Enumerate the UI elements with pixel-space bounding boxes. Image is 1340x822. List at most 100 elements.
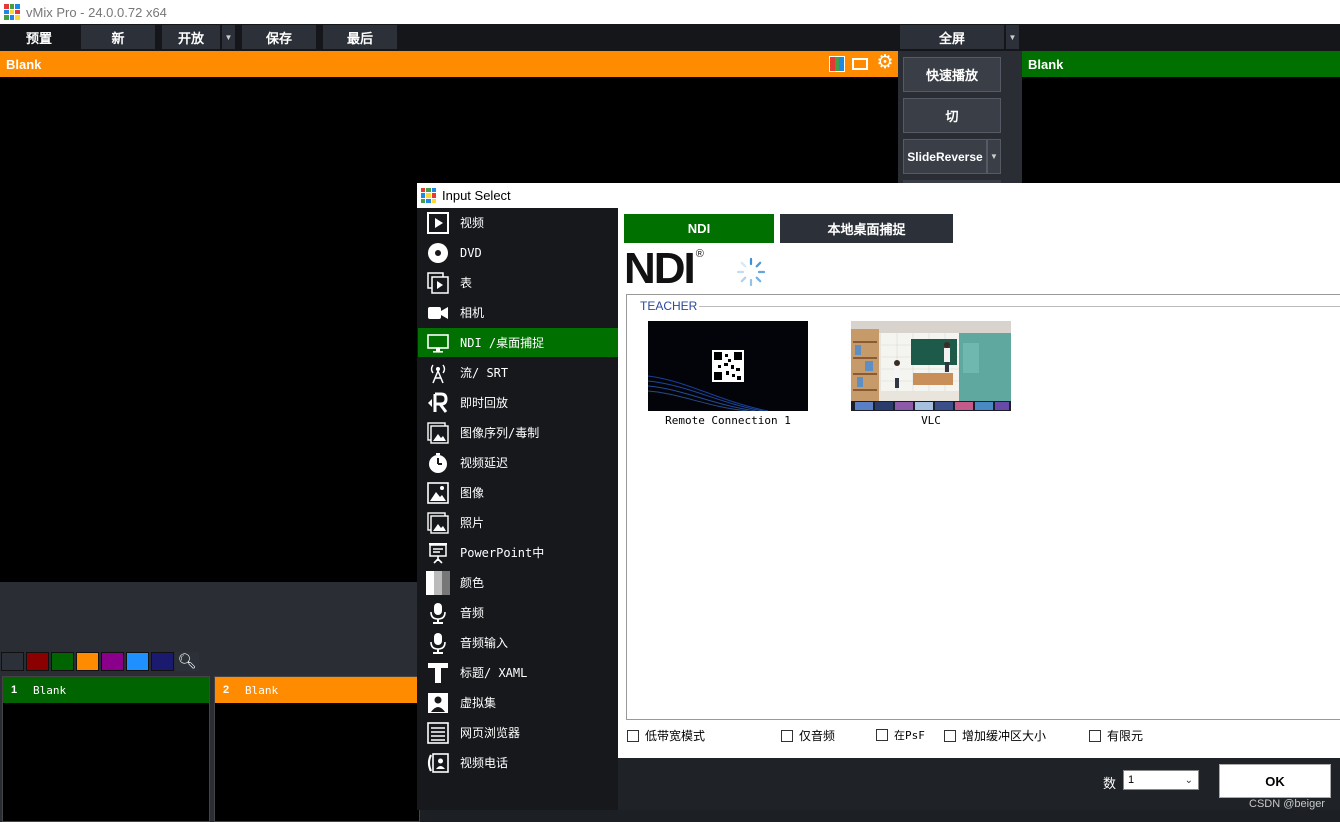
replay-icon: [426, 391, 450, 415]
checkbox-box[interactable]: [627, 729, 639, 742]
tab-ndi[interactable]: NDI: [624, 214, 774, 243]
dialog-title: Input Select: [442, 188, 511, 203]
preview-title: Blank: [6, 56, 42, 72]
ndi-logo: NDI ®: [624, 244, 704, 293]
category-label: 标题/ XAML: [460, 666, 528, 680]
checkbox-box[interactable]: [944, 729, 956, 742]
count-select[interactable]: 1 ⌄: [1123, 770, 1199, 790]
category-item[interactable]: NDI /桌面捕捉: [418, 328, 618, 357]
low-bandwidth-checkbox[interactable]: 低带宽模式: [627, 727, 705, 744]
color-swatch[interactable]: [101, 652, 124, 671]
color-swatch[interactable]: [1, 652, 24, 671]
last-button[interactable]: 最后: [323, 25, 397, 49]
source-label: VLC: [921, 414, 941, 427]
category-item[interactable]: 标题/ XAML: [418, 658, 618, 687]
fullscreen-dropdown-icon[interactable]: ▼: [1005, 25, 1019, 49]
group-divider: [696, 306, 1340, 307]
camera-icon: [426, 301, 450, 325]
dialog-title-bar: Input Select: [417, 183, 1340, 208]
microphone-input-icon: [426, 631, 450, 655]
transition-dropdown-icon[interactable]: ▼: [987, 139, 1001, 174]
open-button[interactable]: 开放: [162, 25, 220, 49]
category-item[interactable]: 视频: [418, 208, 618, 237]
new-button[interactable]: 新: [81, 25, 155, 49]
category-label: 表: [460, 276, 473, 290]
input-tile-2[interactable]: 2 Blank: [214, 676, 420, 822]
checkbox-box[interactable]: [1089, 729, 1101, 742]
category-item[interactable]: DVD: [418, 238, 618, 267]
fullscreen-button[interactable]: 全屏: [900, 25, 1004, 49]
gear-icon[interactable]: ⚙: [875, 53, 895, 73]
category-label: 音频: [460, 606, 485, 620]
category-item[interactable]: 视频电话: [418, 748, 618, 777]
category-label: 流/ SRT: [460, 366, 509, 380]
category-item[interactable]: 图像序列/毒制: [418, 418, 618, 447]
category-item[interactable]: 网页浏览器: [418, 718, 618, 747]
category-item[interactable]: 虚拟集: [418, 688, 618, 717]
source-thumbnail-vlc[interactable]: [851, 321, 1011, 411]
monitor-icon: [426, 331, 450, 355]
category-label: 照片: [460, 516, 485, 530]
category-item[interactable]: 流/ SRT: [418, 358, 618, 387]
color-swatch[interactable]: [26, 652, 49, 671]
category-item[interactable]: 相机: [418, 298, 618, 327]
preview-title-bar: Blank: [0, 51, 898, 77]
image-icon: [426, 481, 450, 505]
increase-buffer-checkbox[interactable]: 增加缓冲区大小: [944, 727, 1046, 744]
cut-button[interactable]: 切: [903, 98, 1001, 133]
open-dropdown-icon[interactable]: ▼: [221, 25, 235, 49]
color-swatch[interactable]: [126, 652, 149, 671]
category-label: 虚拟集: [460, 696, 497, 710]
category-label: 图像: [460, 486, 485, 500]
loading-spinner-icon: [736, 257, 766, 287]
category-label: NDI /桌面捕捉: [460, 336, 545, 350]
remote-desktop-preview-image: [648, 321, 808, 411]
save-button[interactable]: 保存: [242, 25, 316, 49]
color-swatch[interactable]: [76, 652, 99, 671]
category-label: 颜色: [460, 576, 485, 590]
image-sequence-icon: [426, 421, 450, 445]
checkbox-box[interactable]: [781, 729, 793, 742]
limited-checkbox[interactable]: 有限元: [1089, 727, 1143, 744]
browser-icon: [426, 721, 450, 745]
input-tile-1[interactable]: 1 Blank: [2, 676, 210, 822]
input-name: Blank: [33, 683, 67, 697]
photos-icon: [426, 511, 450, 535]
audio-only-checkbox[interactable]: 仅音频: [781, 727, 835, 744]
checkbox-box[interactable]: [876, 729, 888, 741]
category-item[interactable]: PowerPoint中: [418, 538, 618, 567]
checkbox-label: 有限元: [1107, 729, 1144, 743]
color-swatch[interactable]: [51, 652, 74, 671]
video-icon: [426, 211, 450, 235]
category-label: 网页浏览器: [460, 726, 521, 740]
category-label: 即时回放: [460, 396, 509, 410]
ok-button[interactable]: OK: [1219, 764, 1331, 798]
psf-checkbox[interactable]: 在PsF: [876, 727, 925, 743]
category-item[interactable]: 视频延迟: [418, 448, 618, 477]
crop-frame-icon[interactable]: [852, 58, 868, 70]
category-item[interactable]: 即时回放: [418, 388, 618, 417]
search-icon[interactable]: 🔍︎: [175, 652, 199, 671]
colour-correction-icon[interactable]: [829, 56, 845, 72]
category-item[interactable]: 表: [418, 268, 618, 297]
slide-reverse-button[interactable]: SlideReverse: [903, 139, 987, 174]
category-label: 相机: [460, 306, 485, 320]
color-swatch[interactable]: [151, 652, 174, 671]
list-icon: [426, 271, 450, 295]
vmix-logo-icon: [421, 188, 436, 203]
tab-desktop-capture[interactable]: 本地桌面捕捉: [780, 214, 953, 243]
category-item[interactable]: 颜色: [418, 568, 618, 597]
category-item[interactable]: 音频: [418, 598, 618, 627]
category-item[interactable]: 音频输入: [418, 628, 618, 657]
category-item[interactable]: 照片: [418, 508, 618, 537]
quick-play-button[interactable]: 快速播放: [903, 57, 1001, 92]
source-thumbnail-remote-connection[interactable]: [648, 321, 808, 411]
category-item[interactable]: 图像: [418, 478, 618, 507]
checkbox-label: 增加缓冲区大小: [962, 729, 1047, 743]
source-label: Remote Connection 1: [665, 414, 791, 427]
category-label: DVD: [460, 245, 482, 260]
preview-menu-button[interactable]: 预置: [0, 25, 78, 49]
input-number: 1: [10, 684, 18, 696]
checkbox-label: 低带宽模式: [645, 729, 706, 743]
program-viewport: [1022, 77, 1340, 183]
